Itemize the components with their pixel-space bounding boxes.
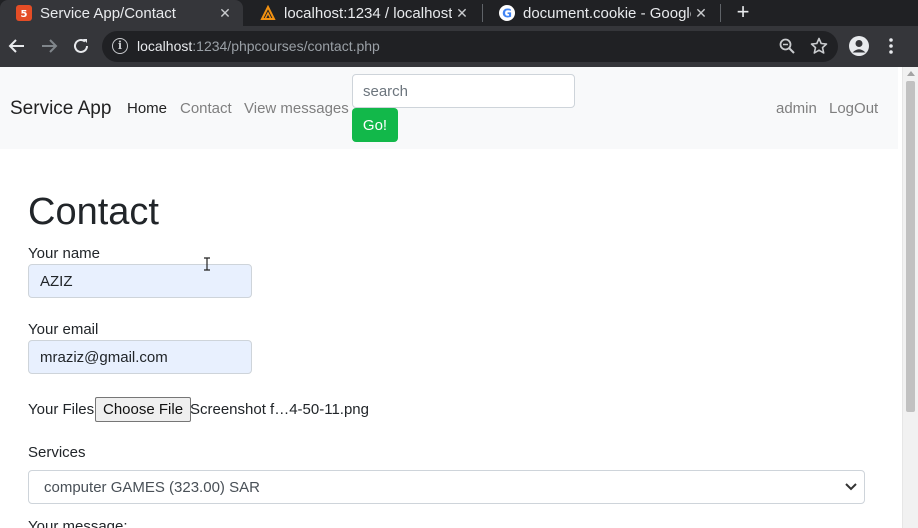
- tab-title: localhost:1234 / localhost: [284, 4, 452, 22]
- info-icon[interactable]: i: [112, 38, 128, 54]
- close-icon[interactable]: ✕: [215, 5, 235, 22]
- tab-localhost-phpmyadmin[interactable]: localhost:1234 / localhost ✕: [244, 0, 480, 26]
- chevron-down-icon: [844, 479, 858, 493]
- text-cursor-icon: [203, 257, 211, 271]
- nav-link-admin[interactable]: admin: [776, 100, 817, 117]
- services-label: Services: [28, 444, 86, 461]
- html5-icon: 5: [16, 5, 32, 21]
- browser-tab-strip: 5 Service App/Contact ✕ localhost:1234 /…: [0, 0, 918, 26]
- tab-title: document.cookie - Google: [523, 4, 691, 22]
- address-url: localhost:1234/phpcourses/contact.php: [137, 38, 380, 54]
- zoom-magnifier-icon[interactable]: [778, 37, 796, 55]
- selected-file-name: Screenshot f…4-50-11.png: [190, 401, 369, 418]
- svg-text:5: 5: [21, 9, 28, 20]
- forward-arrow-icon[interactable]: [37, 34, 61, 58]
- page-viewport: Service App Home Contact View messages G…: [0, 67, 918, 528]
- services-select[interactable]: computer GAMES (323.00) SAR: [28, 470, 865, 504]
- svg-text:G: G: [502, 7, 512, 21]
- close-icon[interactable]: ✕: [691, 5, 711, 22]
- google-icon: G: [499, 5, 515, 21]
- reload-icon[interactable]: [69, 34, 93, 58]
- go-button[interactable]: Go!: [352, 108, 398, 142]
- scrollbar-thumb[interactable]: [906, 81, 915, 412]
- name-field[interactable]: [28, 264, 252, 298]
- search-input[interactable]: [352, 74, 575, 108]
- close-icon[interactable]: ✕: [452, 5, 472, 22]
- email-field[interactable]: [28, 340, 252, 374]
- nav-link-home[interactable]: Home: [127, 100, 167, 117]
- address-bar[interactable]: i localhost:1234/phpcourses/contact.php: [102, 31, 838, 62]
- message-label: Your message:: [28, 518, 128, 528]
- tab-title: Service App/Contact: [40, 4, 176, 22]
- services-selected-value: computer GAMES (323.00) SAR: [44, 479, 260, 496]
- bookmark-star-icon[interactable]: [810, 37, 828, 55]
- back-arrow-icon[interactable]: [5, 34, 29, 58]
- new-tab-plus-icon[interactable]: +: [732, 0, 754, 26]
- profile-avatar-icon[interactable]: [847, 34, 871, 58]
- name-label: Your name: [28, 245, 100, 262]
- nav-link-view-messages[interactable]: View messages: [244, 100, 349, 117]
- nav-link-contact[interactable]: Contact: [180, 100, 232, 117]
- email-label: Your email: [28, 321, 99, 338]
- tab-separator: [720, 4, 721, 22]
- tab-document-cookie[interactable]: G document.cookie - Google ✕: [483, 0, 719, 26]
- scroll-up-arrow-icon[interactable]: [907, 71, 915, 76]
- choose-file-button[interactable]: Choose File: [95, 397, 192, 422]
- kebab-menu-icon[interactable]: [879, 34, 903, 58]
- phpmyadmin-icon: [260, 4, 276, 21]
- files-label: Your Files: [28, 401, 95, 418]
- navbar: Service App Home Contact View messages G…: [0, 67, 898, 149]
- page-title: Contact: [28, 191, 159, 233]
- tab-service-app-contact[interactable]: 5 Service App/Contact ✕: [0, 0, 243, 26]
- navbar-brand[interactable]: Service App: [10, 98, 111, 120]
- nav-link-logout[interactable]: LogOut: [829, 100, 878, 117]
- browser-toolbar: i localhost:1234/phpcourses/contact.php: [0, 26, 918, 67]
- page-scrollbar[interactable]: [902, 67, 918, 528]
